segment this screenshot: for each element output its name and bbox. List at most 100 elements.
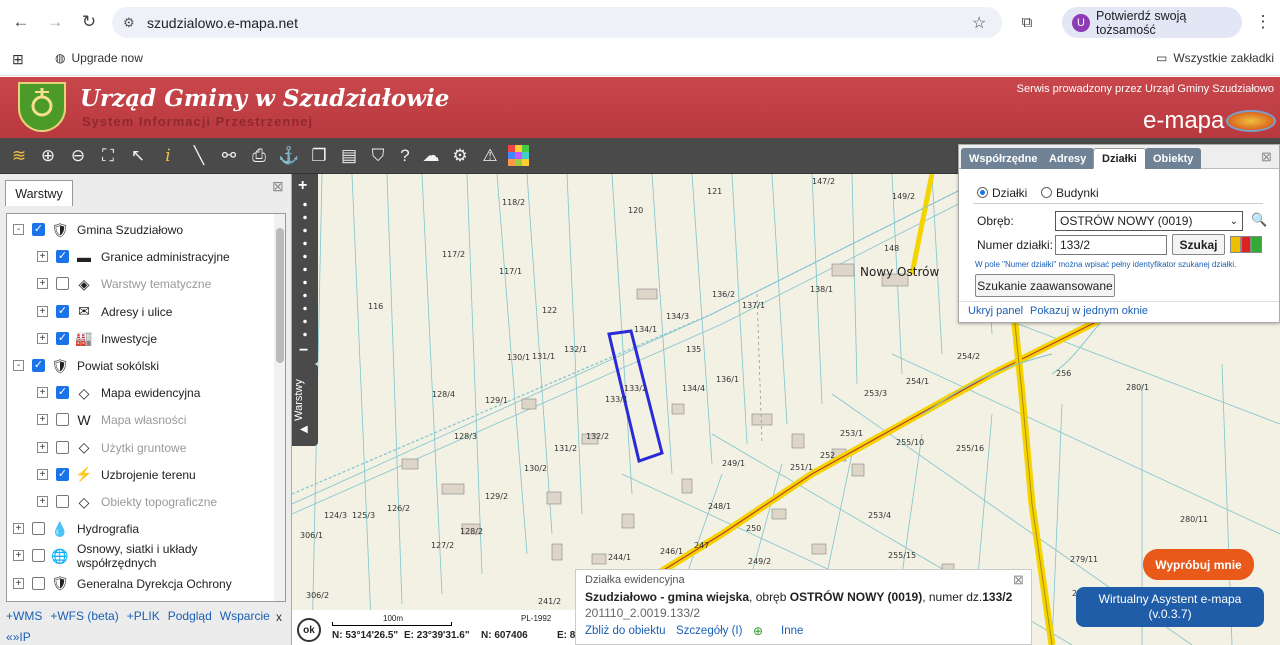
radio-buildings[interactable] bbox=[1041, 187, 1052, 198]
layer-item[interactable]: + ✓ ✉ Adresy i ulice bbox=[7, 299, 272, 325]
parcel-label[interactable]: 132/2 bbox=[586, 432, 609, 441]
parcel-label[interactable]: 134/1 bbox=[634, 325, 657, 334]
ok-button[interactable]: ok bbox=[297, 618, 321, 642]
layers-icon[interactable]: ≋ bbox=[7, 144, 31, 168]
parcel-label[interactable]: 130/2 bbox=[524, 464, 547, 473]
parcel-label[interactable]: 147/2 bbox=[812, 177, 835, 186]
color-grid-icon[interactable] bbox=[507, 144, 531, 168]
parcel-number-input[interactable]: 133/2 bbox=[1055, 235, 1167, 255]
search-button[interactable]: Szukaj bbox=[1172, 234, 1225, 255]
expand-icon[interactable]: + bbox=[37, 468, 48, 480]
extensions-icon[interactable]: ⧉ bbox=[1016, 11, 1038, 33]
parcel-label[interactable]: 279/11 bbox=[1070, 555, 1098, 564]
measure-icon[interactable]: ╲ bbox=[187, 144, 211, 168]
parcel-label[interactable]: 280/11 bbox=[1180, 515, 1208, 524]
zoom-minus-icon[interactable]: − bbox=[299, 342, 308, 360]
map-icon[interactable]: ⛉ bbox=[366, 144, 390, 168]
parcel-label[interactable]: 248/1 bbox=[708, 502, 731, 511]
close-links-icon[interactable]: x bbox=[276, 610, 282, 624]
select-icon[interactable]: ↖ bbox=[126, 144, 150, 168]
parcel-label[interactable]: 128/3 bbox=[454, 432, 477, 441]
layer-item[interactable]: + 🌐 Osnowy, siatki i układy współrzędnych bbox=[7, 542, 272, 570]
copy-icon[interactable]: ❐ bbox=[307, 144, 331, 168]
parcel-label[interactable]: 133/1 bbox=[605, 395, 628, 404]
info-icon[interactable]: i bbox=[156, 144, 180, 168]
layer-item[interactable]: - ✓ 🛡 Powiat sokólski bbox=[7, 353, 272, 379]
parcel-label[interactable]: 136/1 bbox=[716, 375, 739, 384]
bookmark-star-icon[interactable]: ☆ bbox=[972, 13, 986, 33]
parcel-label[interactable]: 306/1 bbox=[300, 531, 323, 540]
expand-icon[interactable]: + bbox=[13, 550, 24, 562]
parcel-label[interactable]: 256 bbox=[1056, 369, 1071, 378]
expand-icon[interactable]: + bbox=[37, 414, 48, 426]
download-icon[interactable]: ☁ bbox=[419, 144, 443, 168]
panel-link[interactable]: +PLIK bbox=[127, 609, 160, 623]
parcel-label[interactable]: 122 bbox=[542, 306, 557, 315]
parcel-label[interactable]: 124/3 bbox=[324, 511, 347, 520]
expand-icon[interactable]: + bbox=[37, 332, 48, 344]
close-search-icon[interactable]: ⊠ bbox=[1261, 149, 1272, 165]
parcel-label[interactable]: 253/1 bbox=[840, 429, 863, 438]
tab-adresy[interactable]: Adresy bbox=[1041, 148, 1095, 169]
parcel-label[interactable]: 249/1 bbox=[722, 459, 745, 468]
panel-link[interactable]: « bbox=[6, 630, 13, 644]
parcel-label[interactable]: 254/1 bbox=[906, 377, 929, 386]
zoom-to-object-link[interactable]: Zbliż do obiektu bbox=[585, 625, 666, 637]
parcel-label[interactable]: 246/1 bbox=[660, 547, 683, 556]
parcel-label[interactable]: 148 bbox=[884, 244, 899, 253]
tab-warstwy[interactable]: Warstwy bbox=[5, 180, 73, 206]
expand-icon[interactable]: + bbox=[37, 305, 48, 317]
close-popup-icon[interactable]: ⊠ bbox=[1013, 572, 1024, 588]
anchor-icon[interactable]: ⚓ bbox=[277, 144, 301, 168]
link-icon[interactable]: ⚯ bbox=[217, 144, 241, 168]
zoom-slider[interactable]: + − bbox=[292, 174, 318, 364]
try-assistant-button[interactable]: Wypróbuj mnie bbox=[1143, 549, 1254, 580]
collapse-icon[interactable]: - bbox=[13, 360, 24, 371]
parcel-label[interactable]: 252 bbox=[820, 451, 835, 460]
layer-item[interactable]: + ✓ ▬ Granice administracyjne bbox=[7, 244, 272, 270]
parcel-label[interactable]: 136/2 bbox=[712, 290, 735, 299]
expand-icon[interactable]: + bbox=[13, 577, 24, 589]
radio-parcels[interactable] bbox=[977, 187, 988, 198]
warning-icon[interactable]: ⚠ bbox=[478, 144, 502, 168]
panel-link[interactable]: IP bbox=[19, 630, 30, 644]
expand-icon[interactable]: + bbox=[37, 496, 48, 507]
parcel-label[interactable]: 134/3 bbox=[666, 312, 689, 321]
parcel-label[interactable]: 116 bbox=[368, 302, 383, 311]
plus-icon[interactable]: ⊕ bbox=[753, 624, 763, 638]
district-select[interactable]: OSTRÓW NOWY (0019) ⌄ bbox=[1055, 211, 1243, 231]
all-bookmarks[interactable]: ▭ Wszystkie zakładki bbox=[1156, 51, 1274, 65]
site-info-icon[interactable]: ⚙ bbox=[123, 15, 135, 31]
layer-item[interactable]: + 💧 Hydrografia bbox=[7, 516, 272, 542]
parcel-label[interactable]: 121 bbox=[707, 187, 722, 196]
parcel-label[interactable]: 117/1 bbox=[499, 267, 522, 276]
layer-item[interactable]: + 🛡 Generalna Dyrekcja Ochrony bbox=[7, 571, 272, 597]
parcel-label[interactable]: 249/2 bbox=[748, 557, 771, 566]
layer-checkbox[interactable]: ✓ bbox=[56, 386, 69, 400]
parcel-label[interactable]: 250 bbox=[746, 524, 761, 533]
scroll-thumb[interactable] bbox=[276, 228, 284, 363]
layer-checkbox[interactable]: ✓ bbox=[56, 331, 69, 345]
expand-icon[interactable]: + bbox=[37, 278, 48, 290]
expand-icon[interactable]: + bbox=[13, 523, 24, 535]
parcel-label[interactable]: 280/1 bbox=[1126, 383, 1149, 392]
virtual-assistant-button[interactable]: Wirtualny Asystent e-mapa (v.0.3.7) bbox=[1076, 587, 1264, 627]
layer-item[interactable]: + ✓ 🏭 Inwestycje bbox=[7, 326, 272, 352]
parcel-label[interactable]: 247 bbox=[694, 541, 709, 550]
parcel-label[interactable]: 138/1 bbox=[810, 285, 833, 294]
hide-panel-link[interactable]: Ukryj panel bbox=[968, 305, 1023, 317]
layer-checkbox[interactable] bbox=[56, 495, 69, 508]
parcel-label[interactable]: 251/1 bbox=[790, 463, 813, 472]
parcel-label[interactable]: 255/10 bbox=[896, 438, 924, 447]
parcel-label[interactable]: 130/1 bbox=[507, 353, 530, 362]
details-link[interactable]: Szczegóły (I) bbox=[676, 625, 742, 637]
layer-checkbox[interactable] bbox=[56, 413, 69, 427]
layer-checkbox[interactable]: ✓ bbox=[56, 250, 69, 264]
layer-item[interactable]: + ✓ ⚡ Uzbrojenie terenu bbox=[7, 462, 272, 488]
panel-link[interactable]: +WFS (beta) bbox=[50, 609, 118, 623]
tab-obiekty[interactable]: Obiekty bbox=[1145, 148, 1202, 169]
parcel-label[interactable]: 255/15 bbox=[888, 551, 916, 560]
profile-button[interactable]: U Potwierdź swoją tożsamość bbox=[1062, 7, 1242, 38]
apps-icon[interactable]: ⊞ bbox=[12, 51, 24, 68]
expand-icon[interactable]: + bbox=[37, 441, 48, 453]
